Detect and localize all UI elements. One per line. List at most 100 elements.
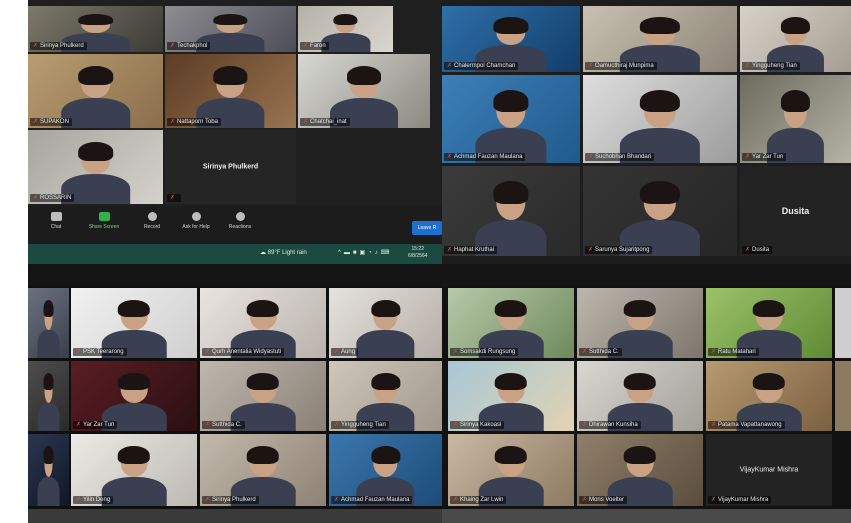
video-tile[interactable]: ✗ Chatchai_inat <box>298 54 430 128</box>
participant-name-label: ✗ Sirinya Phulkerd <box>202 496 259 504</box>
participant-name-label: ✗ Dusita <box>742 246 773 254</box>
video-tile-partial[interactable] <box>442 509 851 523</box>
name-only-tile[interactable]: Sirinya Phulkerd ✗ <box>165 130 296 204</box>
participant-name-label: ✗ Yingguheng Tian <box>331 421 389 429</box>
participant-name-label: ✗ Chalermpol Chamchan <box>444 62 519 70</box>
video-tile[interactable]: ✗ Chalermpol Chamchan <box>442 6 580 72</box>
video-tile[interactable]: ✗ Qurh Anentalia Widyastuti <box>200 288 326 358</box>
network-icon: ▬ <box>343 250 353 256</box>
participant-name-label: ✗ Sutthida C. <box>202 421 245 429</box>
video-tile[interactable]: ✗ Sutthida C. <box>200 361 326 431</box>
participant-name-label: ✗ VijayKumar Mishra <box>708 496 772 504</box>
video-tile[interactable]: ✗ Khaing Zar Lwin <box>448 434 574 506</box>
video-tile[interactable]: ✗ ROSSARIN <box>28 130 163 204</box>
participant-name-label: ✗ Techakphol <box>167 42 211 50</box>
clock-date: 6/8/2564 <box>408 253 428 259</box>
share-screen-button[interactable]: Share Screen <box>82 212 126 230</box>
mic-muted-icon: ✗ <box>303 119 309 125</box>
mic-muted-icon: ✗ <box>170 195 176 201</box>
video-tile[interactable]: ✗ Faron <box>298 6 393 52</box>
video-tile[interactable]: ✗ Oamucthiraj Munpima <box>583 6 737 72</box>
mic-muted-icon: ✗ <box>76 422 82 428</box>
participant-hair <box>333 13 358 26</box>
participant-video <box>472 180 549 256</box>
mic-muted-icon: ✗ <box>33 195 39 201</box>
participant-name-label: ✗ Khaing Zar Lwin <box>450 496 507 504</box>
video-tile-partial[interactable] <box>28 509 442 523</box>
bottom-left-meeting-window: ✗ PSK Teerarong ✗ Qurh Anentalia Widyastut… <box>28 286 442 523</box>
participant-hair <box>781 17 810 34</box>
participant-video <box>472 89 549 163</box>
video-tile[interactable]: ✗ Sirinya Phulkerd <box>200 434 326 506</box>
keyboard-icon: ⌨ <box>380 250 393 256</box>
participant-name-text: Achmad Fauzan Maulana <box>454 154 523 160</box>
mic-muted-icon: ✗ <box>745 247 751 253</box>
name-only-tile[interactable]: VijayKumar Mishra ✗ VijayKumar Mishra <box>706 434 832 506</box>
video-tile[interactable] <box>28 361 69 431</box>
video-tile[interactable]: ✗ Achmad Fauzan Maulana <box>329 434 442 506</box>
video-tile[interactable] <box>28 434 69 506</box>
participant-name-label: ✗ Faron <box>300 42 329 50</box>
reactions-button[interactable]: Reactions <box>218 212 262 230</box>
video-tile[interactable]: ✗ Suchobhan Bhandari <box>583 75 737 163</box>
video-tile[interactable]: ✗ Yingguheng Tian <box>740 6 851 72</box>
video-tile[interactable]: ✗ Sarunya Sujaritpong <box>583 166 737 256</box>
leave-button[interactable]: Leave R <box>412 221 442 235</box>
video-tile[interactable]: ✗ Achmad Fauzan Maulana <box>442 75 580 163</box>
video-tile[interactable]: ✗ PSK Teerarong <box>71 288 197 358</box>
video-tile[interactable]: ✗ Yar Zar Tun <box>71 361 197 431</box>
participant-body <box>37 476 60 506</box>
video-tile[interactable]: ✗ Somsakdi Rungsung <box>448 288 574 358</box>
participant-hair <box>623 446 657 465</box>
ask-for-help-button[interactable]: Ask for Help <box>174 212 218 230</box>
participant-hair <box>43 446 54 465</box>
taskbar-clock[interactable]: 15:22 6/8/2564 <box>408 246 427 260</box>
participant-name-text: Achmad Fauzan Maulana <box>341 497 410 503</box>
clock-time: 15:22 <box>411 246 424 252</box>
system-tray[interactable]: ^▬■▣◔♪⌨ <box>338 249 392 256</box>
video-tile[interactable]: ✗ Ratu Matahari <box>706 288 832 358</box>
participant-name-text: Sirinya Kakoasi <box>460 422 502 428</box>
weather-widget[interactable]: ☁ 89°F Light rain <box>260 249 307 256</box>
participant-name-text: Yingguheng Tian <box>752 63 797 69</box>
video-tile[interactable]: ✗ Sirinya Kakoasi <box>448 361 574 431</box>
participant-video <box>37 446 60 506</box>
participant-name-label: ✗ Aung <box>331 348 359 356</box>
video-tile[interactable]: ✗ Techakphol <box>165 6 296 52</box>
participant-hair <box>246 372 280 391</box>
mic-muted-icon: ✗ <box>582 497 588 503</box>
participant-name-text: Yar Zar Tun <box>83 422 115 428</box>
participant-hair <box>78 66 113 86</box>
participant-hair <box>494 446 528 465</box>
name-only-tile[interactable]: Dusita ✗ Dusita <box>740 166 851 256</box>
participant-name-text: Dusita <box>752 247 770 253</box>
chat-button[interactable]: Chat <box>34 212 78 230</box>
participant-hair <box>493 181 529 204</box>
participant-hair <box>246 299 280 318</box>
video-tile[interactable]: ✗ Yar Zar Tun <box>740 75 851 163</box>
video-tile[interactable]: ✗ Dhirawan Kunsiha <box>577 361 703 431</box>
video-tile[interactable] <box>28 288 69 358</box>
video-tile[interactable]: ✗ Yilin Deng <box>71 434 197 506</box>
participant-name-label: ✗ Haphat Kruthai <box>444 246 498 254</box>
video-tile-partial[interactable] <box>835 288 851 358</box>
video-tile[interactable]: ✗ Mons Voelter <box>577 434 703 506</box>
participant-name-label: ✗ Yingguheng Tian <box>742 62 800 70</box>
mic-muted-icon: ✗ <box>588 63 594 69</box>
video-tile-partial[interactable] <box>835 361 851 431</box>
video-tile[interactable]: ✗ Sutthida C. <box>577 288 703 358</box>
mic-muted-icon: ✗ <box>33 119 39 125</box>
video-tile[interactable]: ✗ Aung <box>329 288 442 358</box>
video-tile[interactable]: ✗ Nattaporn Toba <box>165 54 296 128</box>
mic-muted-icon: ✗ <box>711 349 717 355</box>
record-button[interactable]: Record <box>130 212 174 230</box>
mic-muted-icon: ✗ <box>447 247 453 253</box>
muted-badge: ✗ <box>167 194 181 202</box>
participant-video <box>354 299 417 358</box>
video-tile[interactable]: ✗ Haphat Kruthai <box>442 166 580 256</box>
video-tile[interactable]: ✗ Patama Vapattanawong <box>706 361 832 431</box>
participant-name-label: ✗ Yilin Deng <box>73 496 114 504</box>
video-tile[interactable]: ✗ SUPAKON <box>28 54 163 128</box>
video-tile[interactable]: ✗ Sirinya Phulkerd <box>28 6 163 52</box>
video-tile[interactable]: ✗ Yingguheng Tian <box>329 361 442 431</box>
